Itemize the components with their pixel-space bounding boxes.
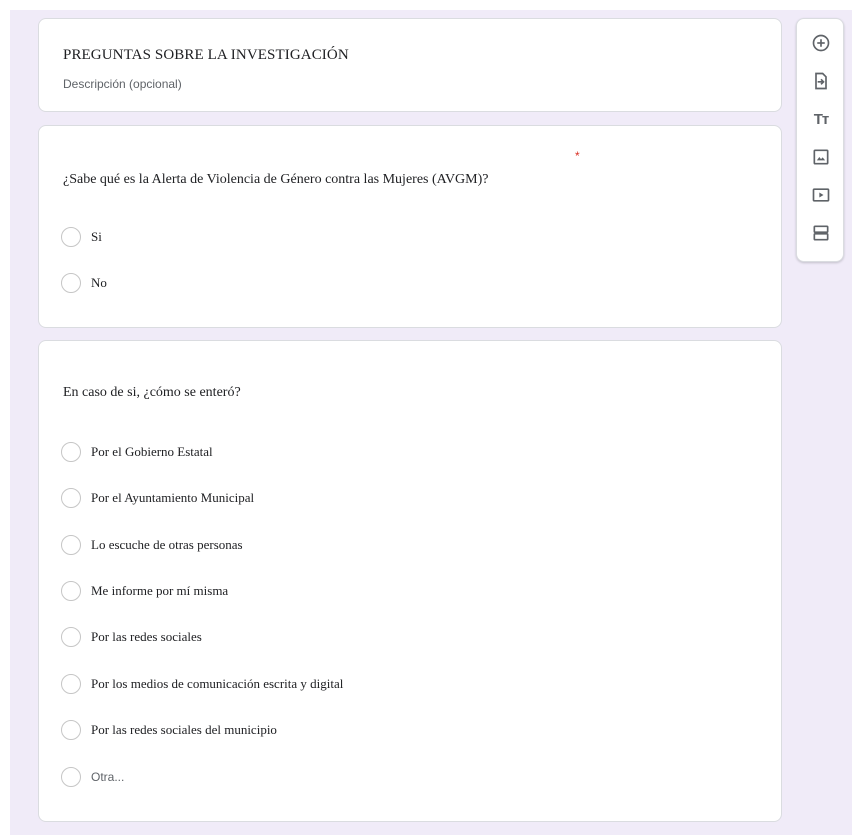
import-questions-icon[interactable] xyxy=(809,69,833,93)
radio-button[interactable] xyxy=(61,227,81,247)
add-section-icon[interactable] xyxy=(809,221,833,245)
option-label: Por los medios de comunicación escrita y… xyxy=(91,676,344,691)
radio-button[interactable] xyxy=(61,767,81,787)
option-label: Lo escuche de otras personas xyxy=(91,537,243,552)
question-title: En caso de si, ¿cómo se enteró? xyxy=(63,385,241,400)
radio-button[interactable] xyxy=(61,273,81,293)
option-label: Por el Ayuntamiento Municipal xyxy=(91,490,255,505)
section-description[interactable]: Descripción (opcional) xyxy=(63,77,182,91)
option-label: Por las redes sociales xyxy=(91,629,202,644)
radio-button[interactable] xyxy=(61,488,81,508)
question-title: ¿Sabe qué es la Alerta de Violencia de G… xyxy=(63,172,489,187)
option-label: No xyxy=(91,275,107,290)
option-ayuntamiento[interactable]: Por el Ayuntamiento Municipal xyxy=(61,486,254,510)
option-si[interactable]: Si xyxy=(61,225,102,249)
option-label: Si xyxy=(91,229,102,244)
option-otra[interactable]: Otra... xyxy=(61,765,124,789)
radio-button[interactable] xyxy=(61,720,81,740)
add-video-icon[interactable] xyxy=(809,183,833,207)
radio-button[interactable] xyxy=(61,442,81,462)
section-header-card[interactable]: PREGUNTAS SOBRE LA INVESTIGACIÓN Descrip… xyxy=(38,18,782,112)
radio-button[interactable] xyxy=(61,581,81,601)
option-label: Me informe por mí misma xyxy=(91,583,229,598)
radio-button[interactable] xyxy=(61,674,81,694)
option-label-other: Otra... xyxy=(91,770,125,784)
option-redes-sociales[interactable]: Por las redes sociales xyxy=(61,625,202,649)
required-asterisk: * xyxy=(575,149,580,163)
section-title[interactable]: PREGUNTAS SOBRE LA INVESTIGACIÓN xyxy=(63,47,349,64)
option-medios-comunicacion[interactable]: Por los medios de comunicación escrita y… xyxy=(61,672,343,696)
option-label: Por el Gobierno Estatal xyxy=(91,444,213,459)
add-image-icon[interactable] xyxy=(809,145,833,169)
floating-toolbar: Tт xyxy=(796,18,844,262)
option-label: Por las redes sociales del municipio xyxy=(91,722,277,737)
radio-button[interactable] xyxy=(61,627,81,647)
question-card-how-found-out[interactable]: En caso de si, ¿cómo se enteró? Por el G… xyxy=(38,340,782,822)
option-otras-personas[interactable]: Lo escuche de otras personas xyxy=(61,533,243,557)
add-title-icon[interactable]: Tт xyxy=(809,107,833,131)
radio-button[interactable] xyxy=(61,535,81,555)
option-no[interactable]: No xyxy=(61,271,107,295)
option-gobierno-estatal[interactable]: Por el Gobierno Estatal xyxy=(61,440,213,464)
option-mi-misma[interactable]: Me informe por mí misma xyxy=(61,579,228,603)
option-redes-municipio[interactable]: Por las redes sociales del municipio xyxy=(61,718,277,742)
question-card-avgm[interactable]: * ¿Sabe qué es la Alerta de Violencia de… xyxy=(38,125,782,328)
add-question-icon[interactable] xyxy=(809,31,833,55)
